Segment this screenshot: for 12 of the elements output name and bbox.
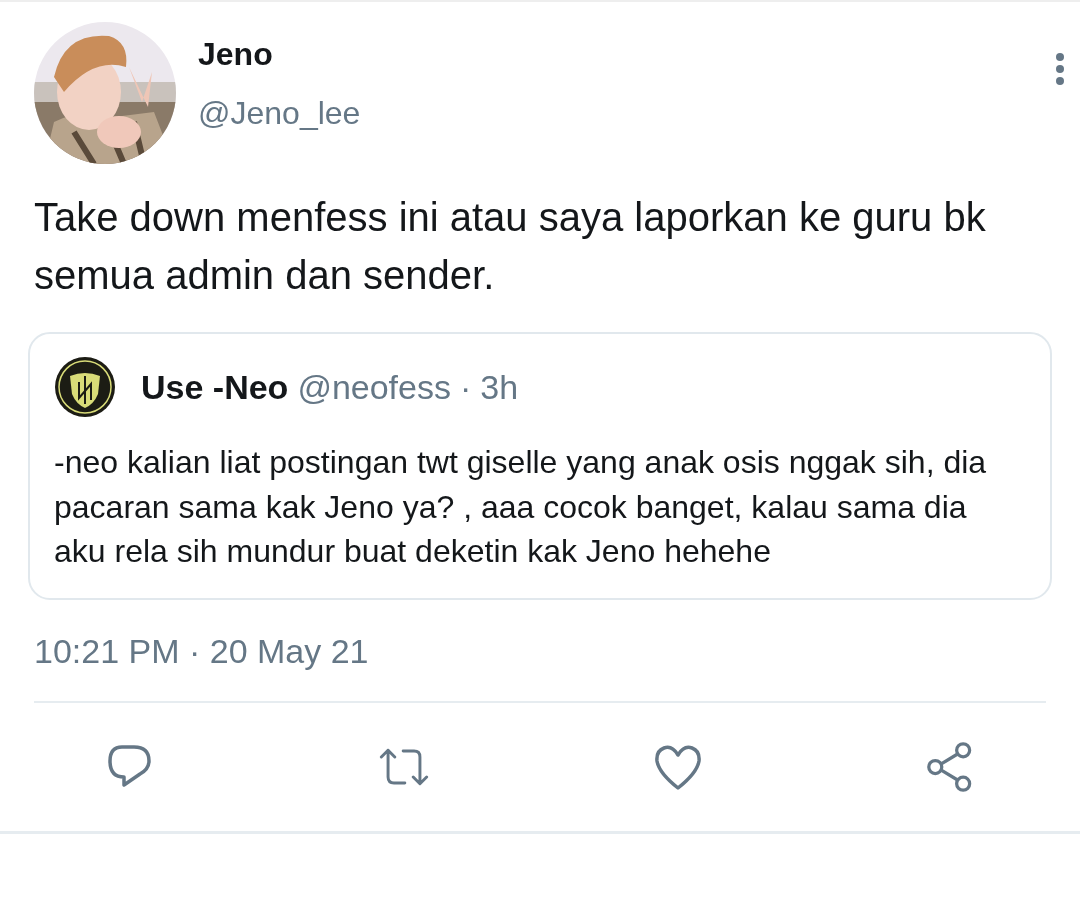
author-handle[interactable]: @Jeno_lee bbox=[198, 95, 361, 132]
more-options-icon[interactable] bbox=[1055, 52, 1065, 86]
quoted-author-name: Use -Neo bbox=[141, 367, 289, 407]
tweet-text: Take down menfess ini atau saya laporkan ke guru bk semua admin dan sender. bbox=[34, 194, 987, 299]
quoted-tweet-text: -neo kalian liat postingan twt giselle yang anak osis nggak sih, dia pacaran sama kak Jeno ya? , aaa cocok banget, kalau sama dia aku rela sih mundur buat deketin kak Jeno hehehe bbox=[54, 443, 988, 571]
quoted-tweet-card[interactable] bbox=[28, 332, 1052, 600]
quoted-author-handle: @neofess bbox=[297, 367, 451, 407]
separator-dot: · bbox=[460, 367, 472, 407]
quoted-time: 3h bbox=[480, 367, 519, 407]
emblem-icon bbox=[54, 356, 116, 418]
tweet-timestamp: 10:21 PM · 20 May 21 bbox=[34, 631, 370, 671]
author-name[interactable]: Jeno bbox=[198, 36, 361, 73]
